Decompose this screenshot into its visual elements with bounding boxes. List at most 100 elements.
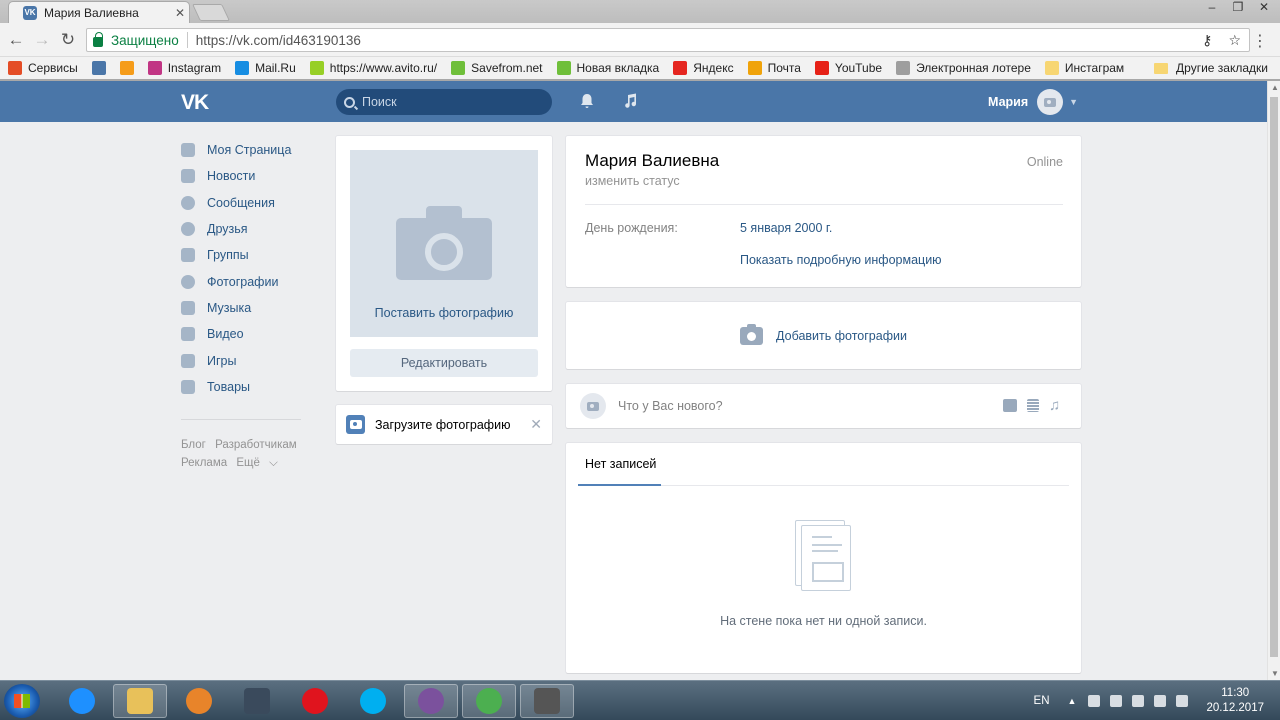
taskbar-app[interactable]	[520, 684, 574, 718]
clock-time: 11:30	[1221, 687, 1250, 699]
sidebar-item-shopping-bag[interactable]: Товары	[181, 374, 303, 400]
edit-profile-button[interactable]: Редактировать	[350, 349, 538, 377]
sidebar-item-label: Друзья	[207, 222, 248, 237]
chevron-down-icon: ▼	[1069, 97, 1079, 107]
address-bar[interactable]: Защищено https://vk.com/id463190136 ⚷ ☆	[86, 28, 1250, 52]
bookmark-star-icon[interactable]: ☆	[1228, 32, 1241, 49]
attach-photo-icon[interactable]	[1003, 399, 1017, 412]
user-menu[interactable]: Мария ▼	[988, 89, 1078, 115]
search-box[interactable]	[336, 89, 552, 115]
birthday-value[interactable]: 5 января 2000 г.	[740, 221, 832, 235]
back-arrow-icon[interactable]: ←	[6, 31, 26, 49]
bookmark-item[interactable]: Mail.Ru	[235, 61, 296, 75]
windows-taskbar: EN ▲ 11:30 20.12.2017	[0, 680, 1280, 720]
show-more-info-link[interactable]: Показать подробную информацию	[740, 253, 942, 267]
minimize-icon[interactable]: –	[1204, 0, 1220, 14]
taskbar-app[interactable]	[288, 684, 342, 718]
footer-link-ads[interactable]: Реклама	[181, 457, 227, 469]
cloud-icon[interactable]	[1176, 695, 1189, 707]
scroll-thumb[interactable]	[1270, 97, 1278, 657]
new-post-input[interactable]	[618, 399, 978, 413]
upload-photo-prompt[interactable]: Загрузите фотографию ✕	[336, 405, 552, 444]
taskbar-app[interactable]	[462, 684, 516, 718]
sidebar-item-groups[interactable]: Группы	[181, 242, 303, 268]
attach-video-icon[interactable]	[1027, 399, 1039, 412]
music-note-icon[interactable]	[623, 93, 637, 109]
key-icon[interactable]: ⚷	[1202, 32, 1212, 49]
page-scrollbar[interactable]: ▲ ▼	[1267, 81, 1280, 680]
bookmark-item[interactable]: Сервисы	[8, 61, 78, 75]
bookmark-item[interactable]: Instagram	[147, 61, 221, 75]
search-input[interactable]	[362, 95, 542, 109]
forward-arrow-icon[interactable]: →	[32, 31, 52, 49]
footer-link-developers[interactable]: Разработчикам	[215, 439, 297, 451]
reload-icon[interactable]: ↻	[58, 31, 78, 49]
close-tab-icon[interactable]: ✕	[171, 6, 189, 20]
vk-logo[interactable]: VK	[181, 91, 209, 115]
bookmark-item[interactable]	[119, 61, 134, 75]
taskbar-app[interactable]	[113, 684, 167, 718]
add-photos-card[interactable]: Добавить фотографии	[566, 302, 1081, 369]
scroll-down-icon[interactable]: ▼	[1271, 669, 1279, 678]
bookmark-item[interactable]: Savefrom.net	[451, 61, 543, 75]
bookmark-item[interactable]: YouTube	[814, 61, 882, 75]
music-note-icon	[181, 300, 195, 315]
clock[interactable]: 11:30 20.12.2017	[1206, 686, 1264, 716]
camera-icon	[587, 401, 599, 411]
bookmark-item[interactable]	[91, 61, 106, 75]
bookmark-item[interactable]: Инстаграм	[1044, 61, 1124, 75]
wall-tab-no-posts[interactable]: Нет записей	[585, 457, 656, 471]
taskbar-app[interactable]	[404, 684, 458, 718]
other-bookmarks[interactable]: Другие закладки	[1154, 61, 1268, 75]
browser-menu-icon[interactable]: ⋮	[1252, 31, 1268, 51]
taskbar-app[interactable]	[346, 684, 400, 718]
scroll-up-icon[interactable]: ▲	[1271, 83, 1279, 92]
camera-app-icon	[534, 688, 560, 714]
bell-icon[interactable]	[580, 93, 594, 109]
bookmark-item[interactable]: Яндекс	[673, 61, 734, 75]
set-photo-label[interactable]: Поставить фотографию	[375, 306, 514, 320]
sidebar-item-news[interactable]: Новости	[181, 163, 303, 189]
yandex-icon	[673, 61, 688, 75]
browser-tab[interactable]: VK Мария Валиевна ✕	[8, 1, 190, 23]
bookmark-label: Электронная лотере	[916, 61, 1031, 75]
sidebar-item-video-film[interactable]: Видео	[181, 321, 303, 347]
footer-link-more[interactable]: Ещё ⌵	[236, 457, 277, 469]
sidebar-item-home[interactable]: Моя Страница	[181, 137, 303, 163]
show-hidden-icons-icon[interactable]: ▲	[1068, 696, 1077, 706]
profile-name: Мария Валиевна	[585, 151, 720, 170]
search-icon	[344, 96, 355, 108]
sidebar-item-music-note[interactable]: Музыка	[181, 295, 303, 321]
close-icon[interactable]: ✕	[530, 416, 542, 433]
browser-tabstrip: VK Мария Валиевна ✕ – ❐ ✕	[0, 0, 1280, 23]
action-center-icon[interactable]	[1110, 695, 1123, 707]
bookmark-item[interactable]: Электронная лотере	[896, 61, 1031, 75]
avito-icon	[309, 61, 324, 75]
battery-icon[interactable]	[1132, 695, 1145, 707]
sidebar-item-camera[interactable]: Фотографии	[181, 268, 303, 294]
download-arrow-icon	[556, 61, 571, 75]
taskbar-app[interactable]	[55, 684, 109, 718]
attach-music-icon[interactable]: ♫	[1049, 398, 1063, 413]
volume-icon[interactable]	[1154, 695, 1167, 707]
start-button[interactable]	[4, 684, 40, 718]
bookmark-item[interactable]: Почта	[747, 61, 801, 75]
footer-link-blog[interactable]: Блог	[181, 439, 206, 451]
close-window-icon[interactable]: ✕	[1256, 0, 1272, 14]
sidebar-item-friends[interactable]: Друзья	[181, 216, 303, 242]
bookmark-label: Mail.Ru	[255, 61, 296, 75]
bookmark-item[interactable]: https://www.avito.ru/	[309, 61, 437, 75]
sidebar-item-gamepad[interactable]: Игры	[181, 347, 303, 373]
url-text[interactable]: https://vk.com/id463190136	[196, 33, 361, 48]
taskbar-app[interactable]	[230, 684, 284, 718]
change-status-link[interactable]: изменить статус	[585, 174, 680, 188]
maximize-icon[interactable]: ❐	[1230, 0, 1246, 14]
network-icon[interactable]	[1088, 695, 1101, 707]
bookmark-label: Новая вкладка	[576, 61, 660, 75]
taskbar-app[interactable]	[172, 684, 226, 718]
photo-placeholder[interactable]: Поставить фотографию	[350, 150, 538, 337]
sidebar-item-messages[interactable]: Сообщения	[181, 190, 303, 216]
language-indicator[interactable]: EN	[1034, 695, 1050, 707]
bookmark-item[interactable]: Новая вкладка	[556, 61, 660, 75]
new-tab-button[interactable]	[192, 4, 230, 21]
